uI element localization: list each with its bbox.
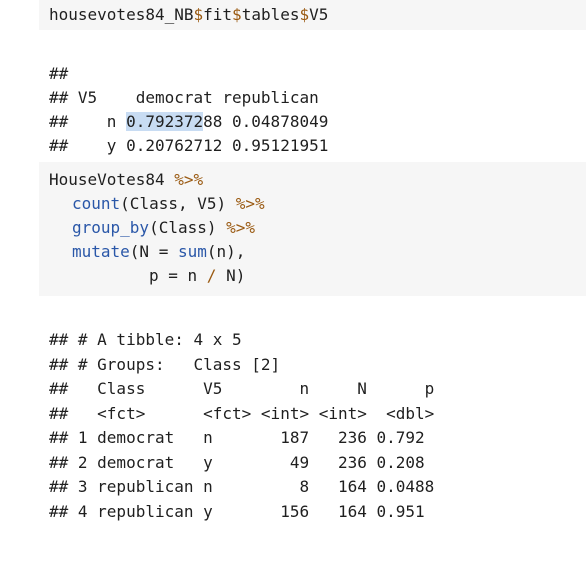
code-line[interactable]: p = n / N): [149, 264, 245, 288]
pipe-operator: %>%: [235, 194, 265, 213]
output-text: ## n: [49, 112, 127, 131]
function-args: (n),: [206, 242, 246, 261]
function-name: sum: [177, 242, 207, 261]
function-name: mutate: [72, 242, 130, 261]
selected-text[interactable]: 0.792372: [126, 112, 204, 131]
tibble-row: ## 4 republican y 156 164 0.951: [49, 502, 425, 521]
tibble-groups: ## # Groups: Class [2]: [49, 355, 281, 374]
function-args: (N =: [129, 242, 178, 261]
tibble-column-types: ## <fct> <fct> <int> <int> <dbl>: [49, 404, 435, 423]
output-line: ##: [49, 64, 69, 83]
function-args: N): [216, 266, 246, 285]
pipe-operator: %>%: [174, 170, 204, 189]
code-block-2[interactable]: HouseVotes84 %>% count(Class, V5) %>% gr…: [39, 162, 586, 296]
code-line[interactable]: group_by(Class) %>%: [72, 216, 255, 240]
code-line[interactable]: count(Class, V5) %>%: [72, 192, 265, 216]
pipe-operator: %>%: [226, 218, 256, 237]
output-line: ## V5 democrat republican: [49, 88, 319, 107]
output-text: 88 0.04878049: [203, 112, 329, 131]
function-args: (Class): [149, 218, 227, 237]
tibble-row: ## 1 democrat n 187 236 0.792: [49, 428, 425, 447]
field-name: fit: [203, 5, 233, 24]
dollar-operator: $: [299, 5, 310, 24]
output-line: ## n 0.79237288 0.04878049: [49, 110, 328, 134]
code-line[interactable]: mutate(N = sum(n),: [72, 240, 245, 264]
function-args: p = n: [149, 266, 207, 285]
tibble-row: ## 3 republican n 8 164 0.0488: [49, 477, 435, 496]
tibble-column-names: ## Class V5 n N p: [49, 379, 435, 398]
function-name: count: [72, 194, 121, 213]
tibble-row: ## 2 democrat y 49 236 0.208: [49, 453, 425, 472]
dollar-operator: $: [232, 5, 242, 24]
function-args: (Class, V5): [120, 194, 236, 213]
field-name: tables: [241, 5, 300, 24]
tibble-header: ## # A tibble: 4 x 5: [49, 330, 242, 349]
divide-operator: /: [206, 266, 217, 285]
field-name: V5: [309, 5, 329, 24]
code-line[interactable]: HouseVotes84 %>%: [49, 168, 203, 192]
dollar-operator: $: [193, 5, 204, 24]
output-line: ## y 0.20762712 0.95121951: [49, 136, 329, 155]
object-name: housevotes84_NB: [49, 5, 194, 24]
code-line[interactable]: housevotes84_NB$fit$tables$V5: [49, 3, 328, 27]
code-block-1[interactable]: housevotes84_NB$fit$tables$V5: [39, 0, 586, 30]
object-name: HouseVotes84: [49, 170, 175, 189]
function-name: group_by: [72, 218, 150, 237]
